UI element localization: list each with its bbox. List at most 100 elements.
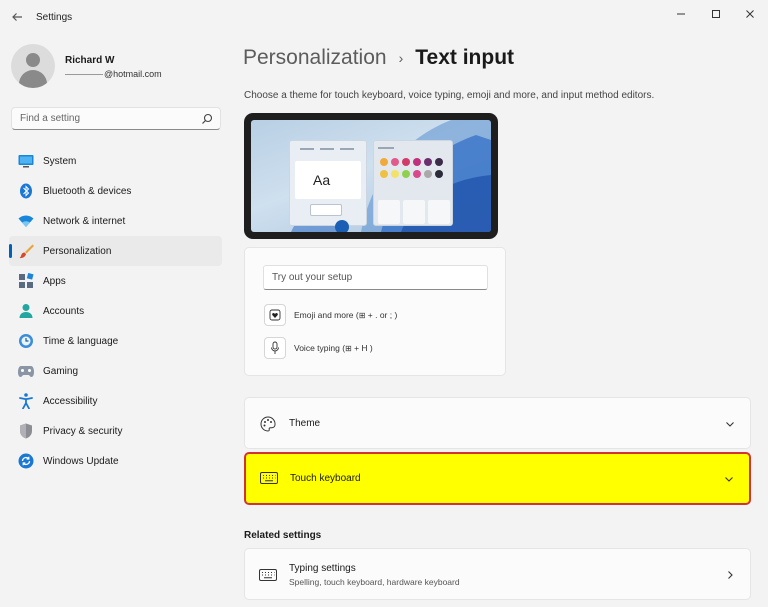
maximize-button[interactable]	[699, 3, 733, 25]
maximize-icon	[712, 10, 720, 18]
breadcrumb-parent-link[interactable]: Personalization	[243, 46, 387, 70]
preview-color-swatch	[413, 170, 421, 178]
user-email-domain: @hotmail.com	[104, 69, 162, 79]
sidebar-item-windows-update[interactable]: Windows Update	[9, 446, 222, 476]
preview-color-swatch	[435, 158, 443, 166]
search-placeholder: Find a setting	[20, 113, 81, 124]
preview-color-swatch	[413, 158, 421, 166]
close-icon	[746, 10, 754, 18]
preview-color-swatch	[424, 158, 432, 166]
apps-icon	[18, 273, 34, 289]
monitor-icon	[18, 153, 34, 169]
voice-label-prefix: Voice typing (	[294, 342, 346, 353]
try-out-card: Try out your setup Emoji and more (⊞ + .…	[244, 247, 506, 376]
globe-clock-icon	[18, 333, 34, 349]
sidebar-item-personalization[interactable]: Personalization	[9, 236, 222, 266]
try-out-input[interactable]: Try out your setup	[263, 265, 488, 290]
search-input[interactable]: Find a setting	[11, 107, 221, 130]
preview-sample-text: Aa	[313, 172, 331, 188]
avatar[interactable]	[11, 44, 55, 88]
emoji-label-suffix: + . or ; )	[365, 309, 398, 320]
related-settings-heading: Related settings	[244, 530, 322, 541]
breadcrumb-separator: ›	[398, 50, 404, 66]
minimize-icon	[677, 13, 685, 15]
minimize-button[interactable]	[664, 3, 698, 25]
sidebar-nav: System Bluetooth & devices Network & int…	[9, 146, 222, 476]
user-name: Richard W	[65, 55, 115, 66]
sidebar-item-label: Network & internet	[43, 215, 126, 227]
theme-preview-image: Aa	[244, 113, 498, 239]
touch-keyboard-card-title: Touch keyboard	[290, 473, 361, 484]
sidebar-item-privacy-security[interactable]: Privacy & security	[9, 416, 222, 446]
sidebar-item-label: Time & language	[43, 335, 119, 347]
preview-color-swatch	[435, 170, 443, 178]
bloom-wallpaper-icon	[291, 120, 491, 232]
sidebar-item-network[interactable]: Network & internet	[9, 206, 222, 236]
sidebar-item-label: Apps	[43, 275, 66, 287]
preview-color-swatch	[402, 170, 410, 178]
microphone-icon	[335, 220, 349, 232]
sidebar-item-time-language[interactable]: Time & language	[9, 326, 222, 356]
chevron-down-icon	[726, 422, 734, 427]
sidebar-item-label: Privacy & security	[43, 425, 123, 437]
typing-settings-card[interactable]: Typing settings Spelling, touch keyboard…	[244, 548, 751, 600]
sidebar-item-label: Windows Update	[43, 455, 119, 467]
preview-color-swatch	[391, 158, 399, 166]
user-email: @hotmail.com	[65, 69, 162, 79]
preview-swatch-grid	[380, 158, 450, 188]
emoji-heart-icon[interactable]	[264, 304, 286, 326]
chevron-down-icon	[725, 477, 733, 482]
page-description: Choose a theme for touch keyboard, voice…	[244, 90, 655, 101]
sidebar-item-label: Bluetooth & devices	[43, 185, 132, 197]
keyboard-icon	[260, 469, 278, 487]
update-icon	[18, 453, 34, 469]
theme-card-title: Theme	[289, 418, 321, 429]
sidebar-item-gaming[interactable]: Gaming	[9, 356, 222, 386]
page-title: Text input	[415, 46, 515, 69]
preview-color-swatch	[391, 170, 399, 178]
preview-color-swatch	[380, 158, 388, 166]
sidebar-item-label: Personalization	[43, 245, 112, 257]
theme-card[interactable]: Theme	[244, 397, 751, 449]
sidebar-item-accounts[interactable]: Accounts	[9, 296, 222, 326]
windows-key-icon: ⊞	[345, 344, 352, 354]
preview-color-panel	[373, 140, 453, 226]
breadcrumb: Personalization › Text input	[243, 43, 514, 73]
sidebar-item-label: System	[43, 155, 77, 167]
back-button[interactable]	[6, 6, 28, 28]
sidebar-item-label: Accessibility	[43, 395, 98, 407]
sidebar-item-accessibility[interactable]: Accessibility	[9, 386, 222, 416]
back-arrow-icon	[12, 13, 22, 21]
accessibility-icon	[18, 393, 34, 409]
preview-color-swatch	[380, 170, 388, 178]
try-out-placeholder: Try out your setup	[272, 272, 353, 283]
typing-settings-subtitle: Spelling, touch keyboard, hardware keybo…	[289, 577, 460, 587]
emoji-shortcut-label: Emoji and more (⊞ + . or ; )	[294, 310, 397, 320]
gamepad-icon	[18, 363, 34, 379]
sidebar-item-system[interactable]: System	[9, 146, 222, 176]
palette-icon	[259, 415, 277, 433]
typing-settings-title: Typing settings	[289, 563, 356, 574]
touch-keyboard-card[interactable]: Touch keyboard	[244, 452, 751, 505]
voice-shortcut-label: Voice typing (⊞ + H )	[294, 343, 373, 353]
avatar-body-icon	[19, 70, 47, 88]
wifi-icon	[18, 213, 34, 229]
sidebar-item-label: Accounts	[43, 305, 85, 317]
sidebar-item-label: Gaming	[43, 365, 79, 377]
close-button[interactable]	[733, 3, 767, 25]
emoji-label-prefix: Emoji and more (	[294, 309, 359, 320]
sidebar-item-bluetooth[interactable]: Bluetooth & devices	[9, 176, 222, 206]
title-bar: Settings	[0, 0, 768, 36]
search-icon	[202, 113, 213, 124]
emoji-shortcut-row: Emoji and more (⊞ + . or ; )	[264, 304, 397, 326]
chevron-right-icon	[728, 571, 733, 579]
preview-screen: Aa	[251, 120, 491, 232]
sidebar-item-apps[interactable]: Apps	[9, 266, 222, 296]
preview-keyboard-panel: Aa	[289, 140, 367, 232]
voice-shortcut-row: Voice typing (⊞ + H )	[264, 337, 373, 359]
email-redaction	[65, 74, 103, 76]
microphone-icon[interactable]	[264, 337, 286, 359]
person-icon	[18, 303, 34, 319]
bluetooth-icon	[18, 183, 34, 199]
voice-label-suffix: + H )	[351, 342, 373, 353]
